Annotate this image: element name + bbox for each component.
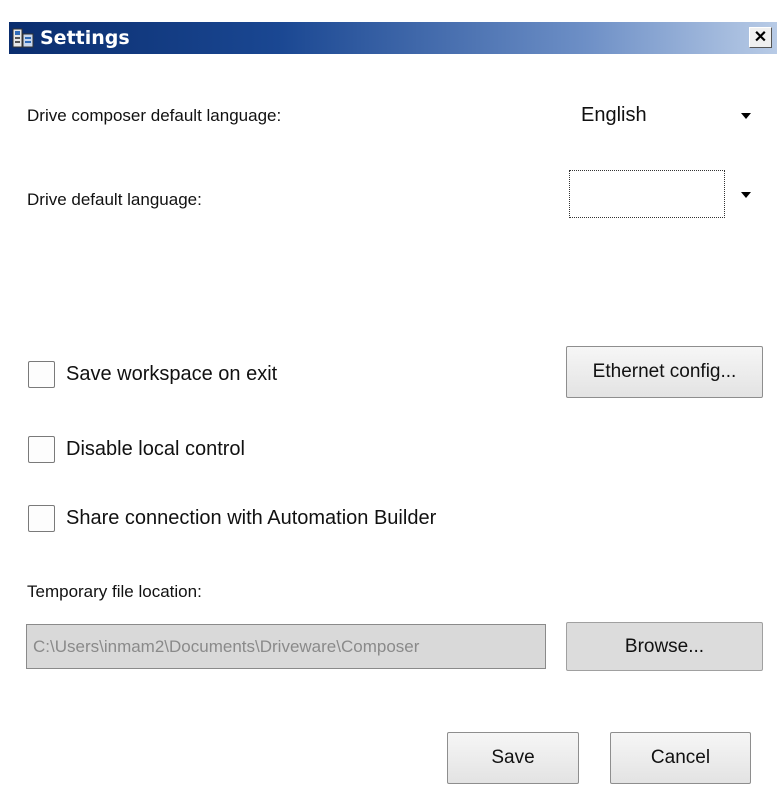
temp-file-label: Temporary file location: xyxy=(27,582,202,601)
chevron-down-icon xyxy=(741,192,751,198)
disable-local-control-checkbox[interactable] xyxy=(28,436,55,463)
composer-language-value: English xyxy=(581,104,647,126)
settings-dialog: Settings ✕ Drive composer default langua… xyxy=(9,22,777,804)
composer-language-select[interactable]: English xyxy=(569,94,769,134)
close-icon: ✕ xyxy=(753,28,768,46)
cancel-button[interactable]: Cancel xyxy=(610,732,751,784)
focus-rectangle xyxy=(569,170,725,218)
temp-file-path-field[interactable]: C:\Users\inmam2\Documents\Driveware\Comp… xyxy=(26,624,546,669)
save-workspace-label: Save workspace on exit xyxy=(66,363,278,385)
browse-button[interactable]: Browse... xyxy=(566,622,763,671)
close-button[interactable]: ✕ xyxy=(749,27,772,48)
share-connection-label: Share connection with Automation Builder xyxy=(66,507,437,529)
disable-local-control-label: Disable local control xyxy=(66,438,245,460)
drive-language-label: Drive default language: xyxy=(27,190,202,209)
ethernet-config-button[interactable]: Ethernet config... xyxy=(566,346,763,398)
drive-language-select[interactable] xyxy=(569,168,769,220)
save-workspace-checkbox[interactable] xyxy=(28,361,55,388)
chevron-down-icon xyxy=(741,113,751,119)
drive-composer-icon xyxy=(12,27,34,49)
composer-language-label: Drive composer default language: xyxy=(27,106,282,125)
window-title: Settings xyxy=(40,27,130,49)
title-bar[interactable]: Settings ✕ xyxy=(9,22,777,54)
share-connection-checkbox[interactable] xyxy=(28,505,55,532)
save-button[interactable]: Save xyxy=(447,732,579,784)
